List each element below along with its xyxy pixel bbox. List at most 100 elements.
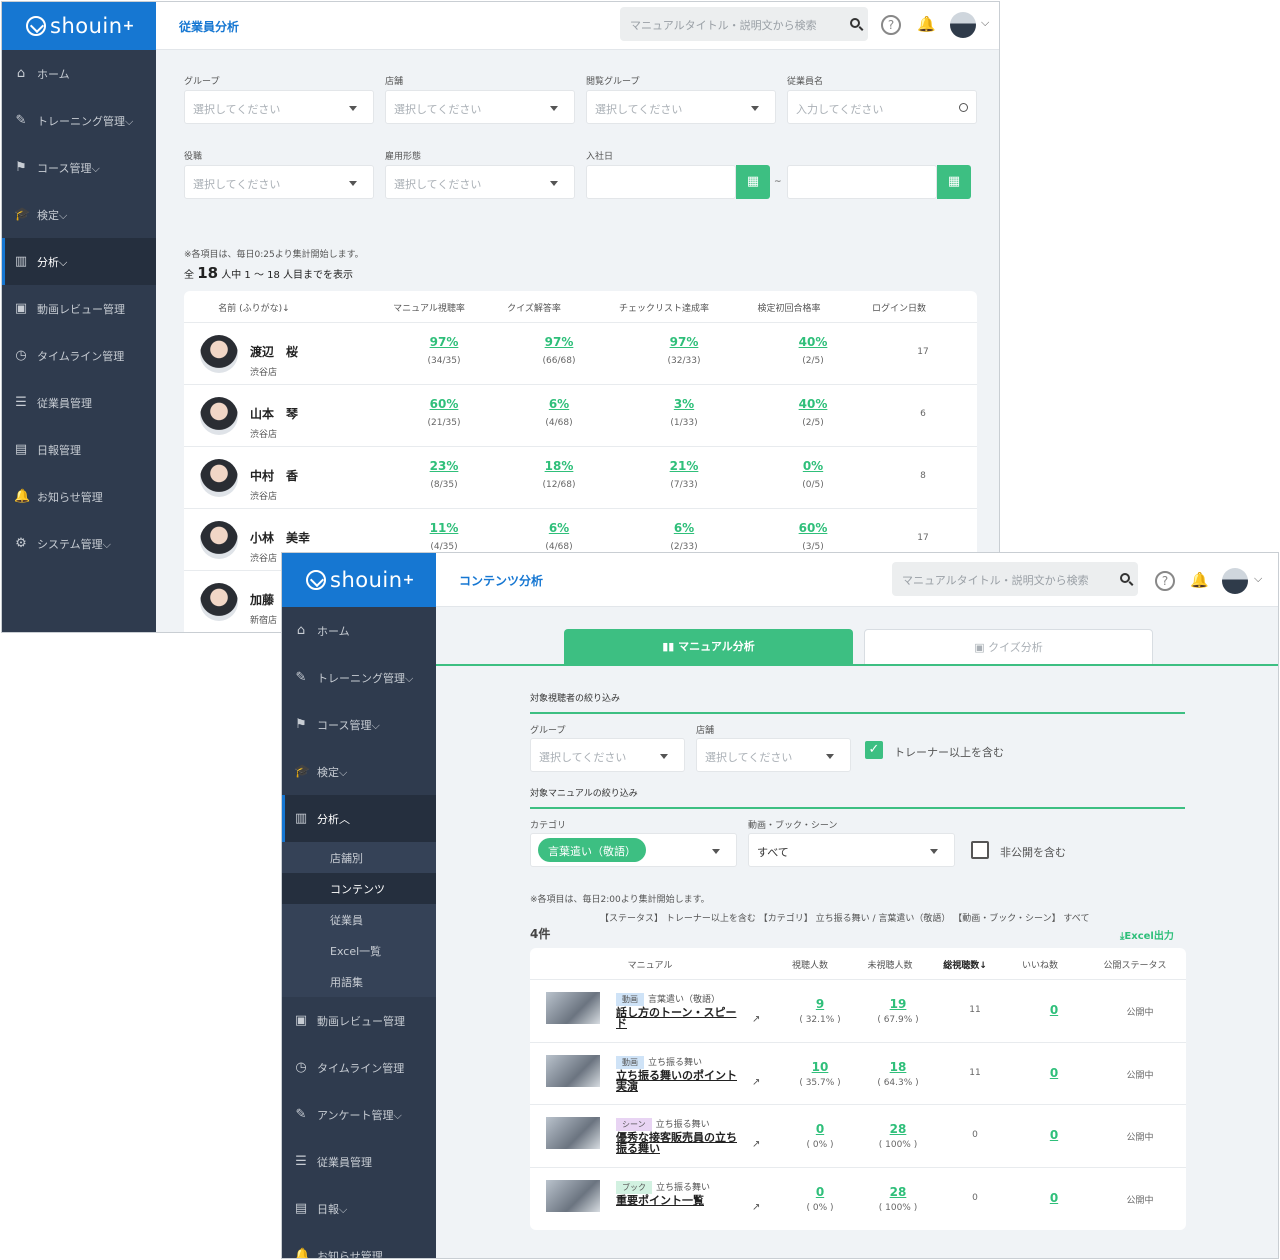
help-icon[interactable]: ? xyxy=(881,15,901,35)
likes-link[interactable]: 0 xyxy=(1024,1003,1084,1017)
sidebar-subitem-2[interactable]: 従業員 xyxy=(282,904,436,935)
employee-name[interactable]: 小林 美幸 xyxy=(250,529,310,546)
employee-name[interactable]: 中村 香 xyxy=(250,467,298,484)
rate-link[interactable]: 6% xyxy=(519,521,599,535)
category-select[interactable]: 言葉遣い（敬語） xyxy=(530,833,737,867)
store-select[interactable]: 選択してください xyxy=(696,738,851,772)
tab-quiz-analysis[interactable]: ▣ クイズ分析 xyxy=(864,629,1153,665)
sidebar-item-1[interactable]: ✎ トレーニング管理⌵ xyxy=(2,97,156,144)
table-row[interactable]: 山本 琴渋谷店 60% (21/35) 6% (4/68) 3% (1/33) 40% (2/5… xyxy=(184,384,977,446)
non-viewers-link[interactable]: 28 xyxy=(868,1122,928,1136)
non-viewers-link[interactable]: 18 xyxy=(868,1060,928,1074)
table-row[interactable]: 渡辺 桜渋谷店 97% (34/35) 97% (66/68) 97% (32/33) 40%… xyxy=(184,322,977,384)
sidebar-item-10[interactable]: ⚙ システム管理⌵ xyxy=(2,520,156,567)
sidebar-subitem-1[interactable]: コンテンツ xyxy=(282,873,436,904)
rate-link[interactable]: 18% xyxy=(519,459,599,473)
table-row[interactable]: 動画 立ち振る舞い 立ち振る舞いのポイント実演 ↗ 10 ( 35.7% ) 18 ( 64.… xyxy=(530,1041,1186,1104)
rate-link[interactable]: 11% xyxy=(404,521,484,535)
sidebar-subitem-3[interactable]: Excel一覧 xyxy=(282,935,436,966)
table-row[interactable]: 動画 言葉遣い（敬語） 話し方のトーン・スピード ↗ 9( 32.1% ) 19( 67.… xyxy=(530,979,1186,1041)
rate-link[interactable]: 60% xyxy=(773,521,853,535)
manual-thumbnail[interactable] xyxy=(546,992,600,1024)
viewers-link[interactable]: 10 xyxy=(790,1060,850,1074)
category-chip[interactable]: 言葉遣い（敬語） xyxy=(538,838,646,862)
manual-title-link[interactable]: 立ち振る舞いのポイント実演 xyxy=(616,1070,744,1092)
private-checkbox[interactable] xyxy=(971,841,989,859)
search-input[interactable]: マニュアルタイトル・説明文から検索 xyxy=(620,7,868,41)
store-select[interactable]: 選択してください xyxy=(385,90,575,124)
rate-link[interactable]: 60% xyxy=(404,397,484,411)
manual-thumbnail[interactable] xyxy=(546,1117,600,1149)
likes-link[interactable]: 0 xyxy=(1024,1066,1084,1080)
manual-title-link[interactable]: 話し方のトーン・スピード xyxy=(616,1007,744,1029)
sidebar-item-b2[interactable]: ✎ アンケート管理⌵ xyxy=(282,1091,436,1138)
rate-link[interactable]: 97% xyxy=(404,335,484,349)
avatar[interactable] xyxy=(1222,568,1248,594)
excel-export-button[interactable]: ⤓Excel出力 xyxy=(1120,927,1174,942)
manual-thumbnail[interactable] xyxy=(546,1054,600,1087)
external-link-icon[interactable]: ↗ xyxy=(752,1014,760,1025)
sidebar-item-1[interactable]: ✎ トレーニング管理⌵ xyxy=(282,654,436,701)
sidebar-item-5[interactable]: ▣ 動画レビュー管理 xyxy=(2,285,156,332)
sidebar-item-b5[interactable]: 🔔 お知らせ管理 xyxy=(282,1232,436,1258)
view-group-select[interactable]: 選択してください xyxy=(586,90,776,124)
likes-link[interactable]: 0 xyxy=(1024,1191,1084,1205)
table-row[interactable]: ブック 立ち振る舞い 重要ポイント一覧 ↗ 0 ( 0% ) 28 ( 100% ) 0 0 公開中 xyxy=(530,1166,1186,1229)
sidebar-item-3[interactable]: 🎓 検定⌵ xyxy=(282,748,436,795)
sidebar-subitem-0[interactable]: 店舗別 xyxy=(282,842,436,873)
sidebar-item-b1[interactable]: ◷ タイムライン管理 xyxy=(282,1044,436,1091)
join-date-from-input[interactable] xyxy=(586,165,736,199)
avatar[interactable] xyxy=(950,12,976,38)
table-row[interactable]: シーン 立ち振る舞い 優秀な接客販売員の立ち振る舞い ↗ 0 ( 0% ) 28 ( 100%… xyxy=(530,1104,1186,1166)
rate-link[interactable]: 97% xyxy=(519,335,599,349)
sidebar-item-3[interactable]: 🎓 検定⌵ xyxy=(2,191,156,238)
sidebar-item-0[interactable]: ⌂ ホーム xyxy=(282,607,436,654)
sidebar-subitem-4[interactable]: 用語集 xyxy=(282,966,436,997)
search-icon[interactable] xyxy=(1120,573,1130,583)
non-viewers-link[interactable]: 19 xyxy=(868,997,928,1011)
viewers-link[interactable]: 9 xyxy=(790,997,850,1011)
sidebar-item-9[interactable]: 🔔 お知らせ管理 xyxy=(2,473,156,520)
logo[interactable]: shouin + xyxy=(2,2,156,50)
rate-link[interactable]: 21% xyxy=(644,459,724,473)
sidebar-item-4[interactable]: ▥ 分析︿ xyxy=(282,795,436,842)
calendar-icon[interactable]: ▦ xyxy=(937,165,971,199)
media-select[interactable]: すべて xyxy=(748,833,955,867)
group-select[interactable]: 選択してください xyxy=(184,90,374,124)
rate-link[interactable]: 6% xyxy=(644,521,724,535)
employee-name[interactable]: 渡辺 桜 xyxy=(250,343,298,360)
tab-manual-analysis[interactable]: ▮▮ マニュアル分析 xyxy=(564,629,853,665)
group-select[interactable]: 選択してください xyxy=(530,738,685,772)
rate-link[interactable]: 0% xyxy=(773,459,853,473)
sidebar-item-8[interactable]: ▤ 日報管理 xyxy=(2,426,156,473)
rate-link[interactable]: 23% xyxy=(404,459,484,473)
column-header[interactable]: 名前 (ふりがな)↓ xyxy=(194,301,314,314)
help-icon[interactable]: ? xyxy=(1155,571,1175,591)
rate-link[interactable]: 40% xyxy=(773,397,853,411)
employee-name[interactable]: 山本 琴 xyxy=(250,405,298,422)
sidebar-item-2[interactable]: ⚑ コース管理⌵ xyxy=(282,701,436,748)
employee-name-input[interactable]: 入力してください xyxy=(787,90,977,124)
bell-icon[interactable]: 🔔 xyxy=(917,15,936,33)
viewers-link[interactable]: 0 xyxy=(790,1185,850,1199)
external-link-icon[interactable]: ↗ xyxy=(752,1202,760,1213)
column-header[interactable]: 総視聴数↓ xyxy=(930,958,1000,971)
sidebar-item-b0[interactable]: ▣ 動画レビュー管理 xyxy=(282,997,436,1044)
sidebar-item-6[interactable]: ◷ タイムライン管理 xyxy=(2,332,156,379)
search-icon[interactable] xyxy=(850,18,860,28)
employee-name[interactable]: 加藤 xyxy=(250,591,274,608)
rate-link[interactable]: 6% xyxy=(519,397,599,411)
sidebar-item-b3[interactable]: ☰ 従業員管理 xyxy=(282,1138,436,1185)
calendar-icon[interactable]: ▦ xyxy=(736,165,770,199)
viewers-link[interactable]: 0 xyxy=(790,1122,850,1136)
likes-link[interactable]: 0 xyxy=(1024,1128,1084,1142)
sidebar-item-7[interactable]: ☰ 従業員管理 xyxy=(2,379,156,426)
sidebar-item-0[interactable]: ⌂ ホーム xyxy=(2,50,156,97)
non-viewers-link[interactable]: 28 xyxy=(868,1185,928,1199)
external-link-icon[interactable]: ↗ xyxy=(752,1077,760,1088)
rate-link[interactable]: 97% xyxy=(644,335,724,349)
manual-thumbnail[interactable] xyxy=(546,1179,600,1212)
bell-icon[interactable]: 🔔 xyxy=(1190,571,1209,589)
sidebar-item-2[interactable]: ⚑ コース管理⌵ xyxy=(2,144,156,191)
trainer-checkbox[interactable]: ✓ xyxy=(865,741,883,759)
